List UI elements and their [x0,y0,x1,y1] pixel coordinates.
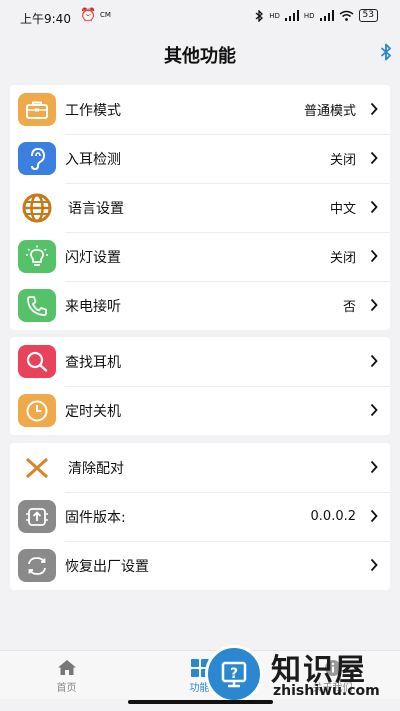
bluetooth-status-icon [255,9,264,22]
ear-icon [18,142,56,175]
watermark-url: zhishiwu.com [273,683,380,699]
network-hd-1: HD [269,11,280,20]
header: 其他功能 [0,34,400,78]
chevron-right-icon [370,354,378,368]
row-in-ear-detection[interactable]: 入耳检测 关闭 [10,134,390,183]
chevron-right-icon [370,200,378,214]
chevron-right-icon [370,403,378,417]
wifi-icon [339,10,354,21]
carrier-tag: CM [100,11,111,19]
row-firmware-version[interactable]: 固件版本: 0.0.0.2 [10,492,390,541]
row-clear-pairing[interactable]: 清除配对 [10,443,390,492]
row-value: 关闭 [329,251,356,266]
row-label: 入耳检测 [65,151,121,168]
home-icon [57,660,76,675]
settings-group-2: 查找耳机 定时关机 [10,337,390,435]
row-call-answer[interactable]: 来电接听 否 [10,281,390,330]
chevron-right-icon [370,298,378,312]
row-flash-light[interactable]: 闪灯设置 关闭 [10,232,390,281]
row-label: 闪灯设置 [65,249,121,266]
globe-icon [18,191,56,224]
row-value: 关闭 [329,153,356,168]
row-value: 中文 [329,202,356,217]
row-value: 0.0.0.2 [310,509,356,524]
firmware-icon [18,500,56,533]
phone-icon [18,289,56,322]
svg-text:?: ? [230,666,238,682]
chevron-right-icon [370,249,378,263]
settings-group-3: 清除配对 固件版本: 0.0.0.2 恢复出厂设置 [10,443,390,590]
status-time: 上午9:40 [20,12,71,26]
row-value: 否 [342,300,356,315]
row-label: 清除配对 [68,460,124,477]
home-indicator [128,700,273,704]
alarm-clock-icon: ⏰ [80,8,97,23]
chevron-right-icon [370,558,378,572]
tab-home[interactable]: 首页 [0,651,133,699]
signal-icon [284,10,299,21]
row-timed-shutdown[interactable]: 定时关机 [10,386,390,435]
question-monitor-icon: ? [221,661,247,688]
tab-label: 首页 [56,683,77,694]
row-value: 普通模式 [303,104,356,119]
bluetooth-icon[interactable] [380,43,392,61]
settings-group-1: 工作模式 普通模式 入耳检测 关闭 语言设置 中文 闪灯设置 关闭 来电接听 否 [10,85,390,330]
row-label: 定时关机 [65,403,121,420]
row-find-earphones[interactable]: 查找耳机 [10,337,390,386]
chevron-right-icon [370,460,378,474]
briefcase-icon [18,93,56,126]
clear-x-icon [18,451,56,484]
row-label: 固件版本: [65,509,126,526]
watermark-badge: ? [205,645,263,703]
row-label: 语言设置 [68,200,124,217]
row-work-mode[interactable]: 工作模式 普通模式 [10,85,390,134]
chevron-right-icon [370,151,378,165]
status-bar: 上午9:40 ⏰ CM HD HD 53 [0,0,400,34]
page-title: 其他功能 [164,46,236,67]
status-icons: HD HD 53 [255,9,378,22]
network-hd-2: HD [303,11,315,20]
row-label: 来电接听 [65,298,121,315]
chevron-right-icon [370,102,378,116]
clock-icon [18,394,56,427]
watermark-logo: ? 知识屋 zhishiwu.com [205,643,400,703]
row-factory-reset[interactable]: 恢复出厂设置 [10,541,390,590]
battery-indicator: 53 [358,9,378,22]
lightbulb-icon [18,240,56,273]
restore-icon [18,549,56,582]
row-language[interactable]: 语言设置 中文 [10,183,390,232]
row-label: 查找耳机 [65,354,121,371]
chevron-right-icon [370,509,378,523]
search-icon [18,345,56,378]
row-label: 恢复出厂设置 [65,558,149,575]
row-label: 工作模式 [65,102,121,119]
signal-icon-2 [319,10,334,21]
